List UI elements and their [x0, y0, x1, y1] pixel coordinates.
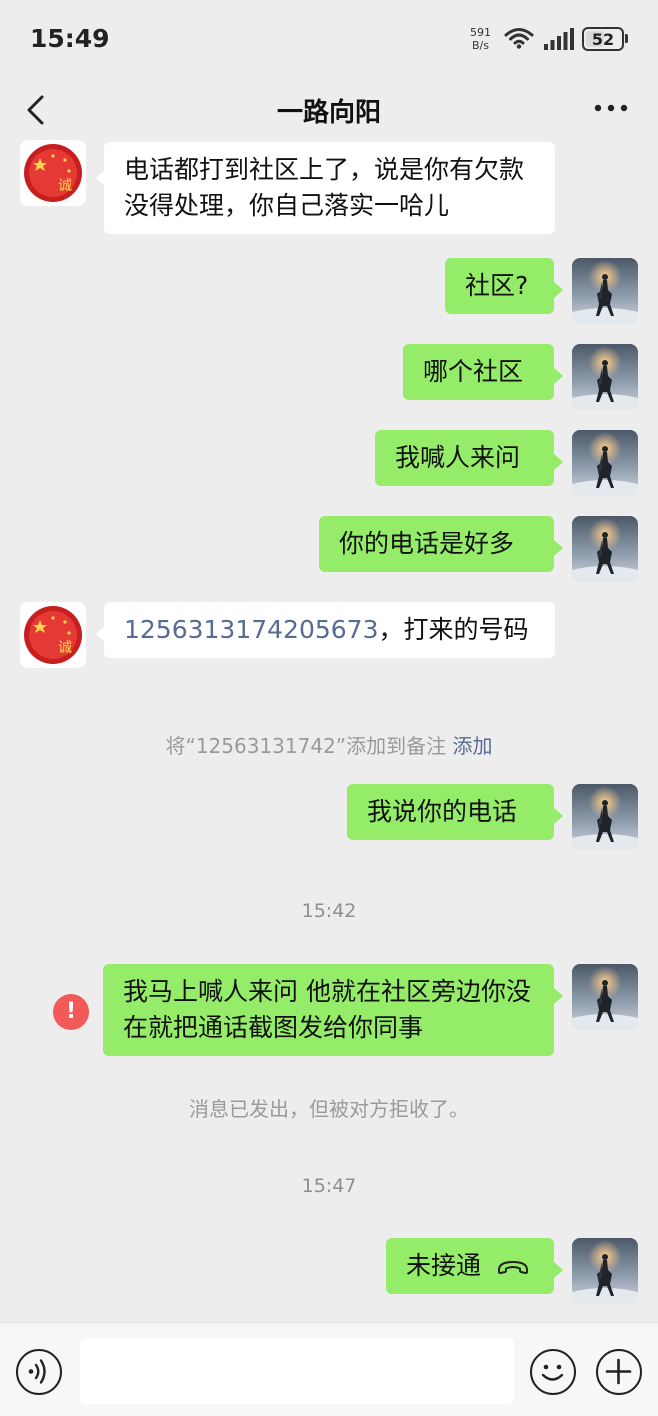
- message-bubble-outgoing[interactable]: 我喊人来问: [375, 430, 554, 486]
- rejected-notice: 消息已发出，但被对方拒收了。: [189, 1097, 469, 1121]
- call-record-bubble[interactable]: 未接通: [386, 1238, 554, 1294]
- message-text: ，打来的号码: [378, 615, 529, 644]
- wifi-icon: [504, 28, 534, 49]
- self-avatar[interactable]: [572, 784, 638, 850]
- exclamation-icon[interactable]: !: [53, 994, 89, 1030]
- input-bar: [0, 1322, 658, 1416]
- message-text: 电话都打到社区上了，说是你有欠款没得处理，你自己落实一哈儿: [124, 155, 525, 220]
- svg-text:诚: 诚: [58, 640, 72, 656]
- self-avatar[interactable]: [572, 430, 638, 496]
- message-text: 我马上喊人来问 他就在社区旁边你没在就把通话截图发给你同事: [123, 977, 531, 1042]
- bubble-tail: [554, 1262, 563, 1278]
- message-bubble-incoming[interactable]: 电话都打到社区上了，说是你有欠款没得处理，你自己落实一哈儿: [104, 142, 555, 234]
- message-input[interactable]: [80, 1338, 514, 1404]
- network-speed-value: 591: [470, 26, 491, 39]
- bubble-tail: [554, 540, 563, 556]
- message-text: 社区?: [465, 271, 529, 300]
- timestamp: 15:47: [301, 1175, 357, 1197]
- bubble-tail: [554, 808, 563, 824]
- self-avatar[interactable]: [572, 964, 638, 1030]
- emoji-button[interactable]: [530, 1349, 576, 1395]
- message-bubble-outgoing[interactable]: 哪个社区: [403, 344, 554, 400]
- timestamp: 15:42: [301, 900, 357, 922]
- signal-icon: [544, 28, 574, 50]
- message-bubble-outgoing[interactable]: 社区?: [445, 258, 554, 314]
- message-text: 你的电话是好多: [339, 529, 515, 558]
- phone-number-link[interactable]: 1256313174205673: [124, 615, 379, 644]
- remark-prompt-text: 将“12563131742”添加到备注: [165, 734, 447, 758]
- self-avatar[interactable]: [572, 258, 638, 324]
- network-speed: 591 B/s: [470, 26, 491, 52]
- voice-icon: [28, 1359, 46, 1384]
- battery-percentage: 52: [591, 30, 615, 49]
- bubble-tail: [554, 368, 563, 384]
- message-bubble-outgoing[interactable]: 你的电话是好多: [319, 516, 554, 572]
- chat-title: 一路向阳: [276, 98, 381, 128]
- add-remark-prompt: 将“12563131742”添加到备注 添加: [0, 730, 658, 759]
- nav-bar: 一路向阳: [0, 80, 658, 140]
- add-remark-link[interactable]: 添加: [453, 734, 493, 758]
- chat-screen: 15:49 591 B/s 52 一路向阳 诚 电话都打到社区上了，说是你有欠款…: [0, 0, 658, 1416]
- message-text: 我说你的电话: [367, 797, 518, 826]
- message-bubble-outgoing[interactable]: 我马上喊人来问 他就在社区旁边你没在就把通话截图发给你同事: [103, 964, 554, 1056]
- message-text: 哪个社区: [423, 357, 524, 386]
- message-text: 未接通: [406, 1251, 482, 1280]
- svg-text:诚: 诚: [58, 178, 72, 194]
- battery-icon: 52: [582, 27, 624, 51]
- bubble-tail: [554, 454, 563, 470]
- status-bar: 15:49 591 B/s 52: [0, 0, 658, 80]
- more-options-icon[interactable]: [594, 102, 628, 114]
- battery-tip: [625, 34, 628, 43]
- message-text: 我喊人来问: [395, 443, 521, 472]
- contact-avatar[interactable]: 诚: [20, 140, 86, 206]
- more-functions-button[interactable]: [596, 1349, 642, 1395]
- status-time: 15:49: [30, 24, 110, 53]
- bubble-tail: [554, 988, 563, 1004]
- emoji-icon: [541, 1364, 564, 1381]
- message-bubble-incoming[interactable]: 1256313174205673，打来的号码: [104, 602, 555, 658]
- self-avatar[interactable]: [572, 1238, 638, 1304]
- hangup-phone-icon: [497, 1261, 528, 1274]
- plus-icon: [605, 1358, 632, 1385]
- voice-button[interactable]: [16, 1349, 62, 1395]
- self-avatar[interactable]: [572, 344, 638, 410]
- contact-avatar[interactable]: 诚: [20, 602, 86, 668]
- network-speed-unit: B/s: [472, 39, 489, 52]
- message-bubble-outgoing[interactable]: 我说你的电话: [347, 784, 554, 840]
- self-avatar[interactable]: [572, 516, 638, 582]
- bubble-tail: [554, 282, 563, 298]
